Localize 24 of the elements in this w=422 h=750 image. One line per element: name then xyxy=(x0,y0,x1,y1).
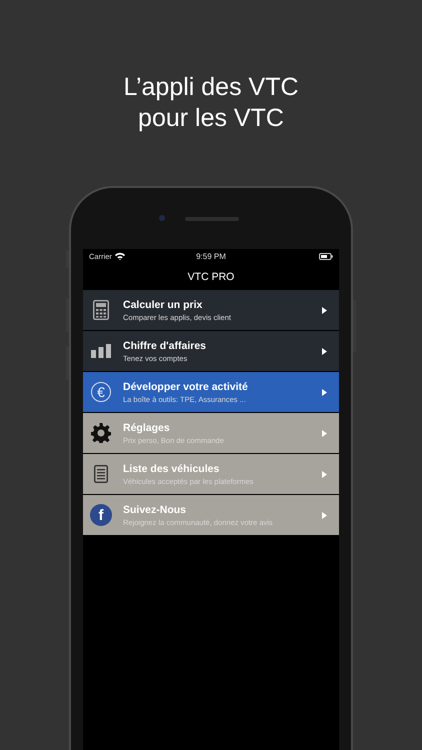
menu-item-title: Suivez-Nous xyxy=(123,504,186,516)
facebook-icon: f xyxy=(90,504,112,526)
wifi-icon xyxy=(114,252,125,260)
battery-icon xyxy=(319,252,333,260)
chevron-icon xyxy=(322,306,327,314)
status-time: 9:59 PM xyxy=(196,252,226,260)
menu-item-title: Liste des véhicules xyxy=(123,462,220,474)
settings-icon xyxy=(91,423,111,443)
menu-item-title: Réglages xyxy=(123,422,170,434)
euro-icon: € xyxy=(91,382,111,402)
menu-item-title: Développer votre activité xyxy=(123,380,248,392)
camera-icon xyxy=(159,215,165,221)
menu-item-title: Chiffre d'affaires xyxy=(123,340,206,352)
screen-title: VTC PRO xyxy=(188,270,234,282)
headline: L’appli des VTC pour les VTC xyxy=(123,72,299,134)
calculator-icon xyxy=(93,300,109,320)
chevron-icon xyxy=(322,388,327,396)
menu-item-title: Calculer un prix xyxy=(123,298,202,310)
chevron-icon xyxy=(322,430,327,436)
chevron-icon xyxy=(322,470,327,478)
chevron-icon xyxy=(322,348,327,354)
list-icon xyxy=(94,465,108,483)
bar-chart-icon xyxy=(91,344,111,358)
chevron-icon xyxy=(322,512,327,518)
